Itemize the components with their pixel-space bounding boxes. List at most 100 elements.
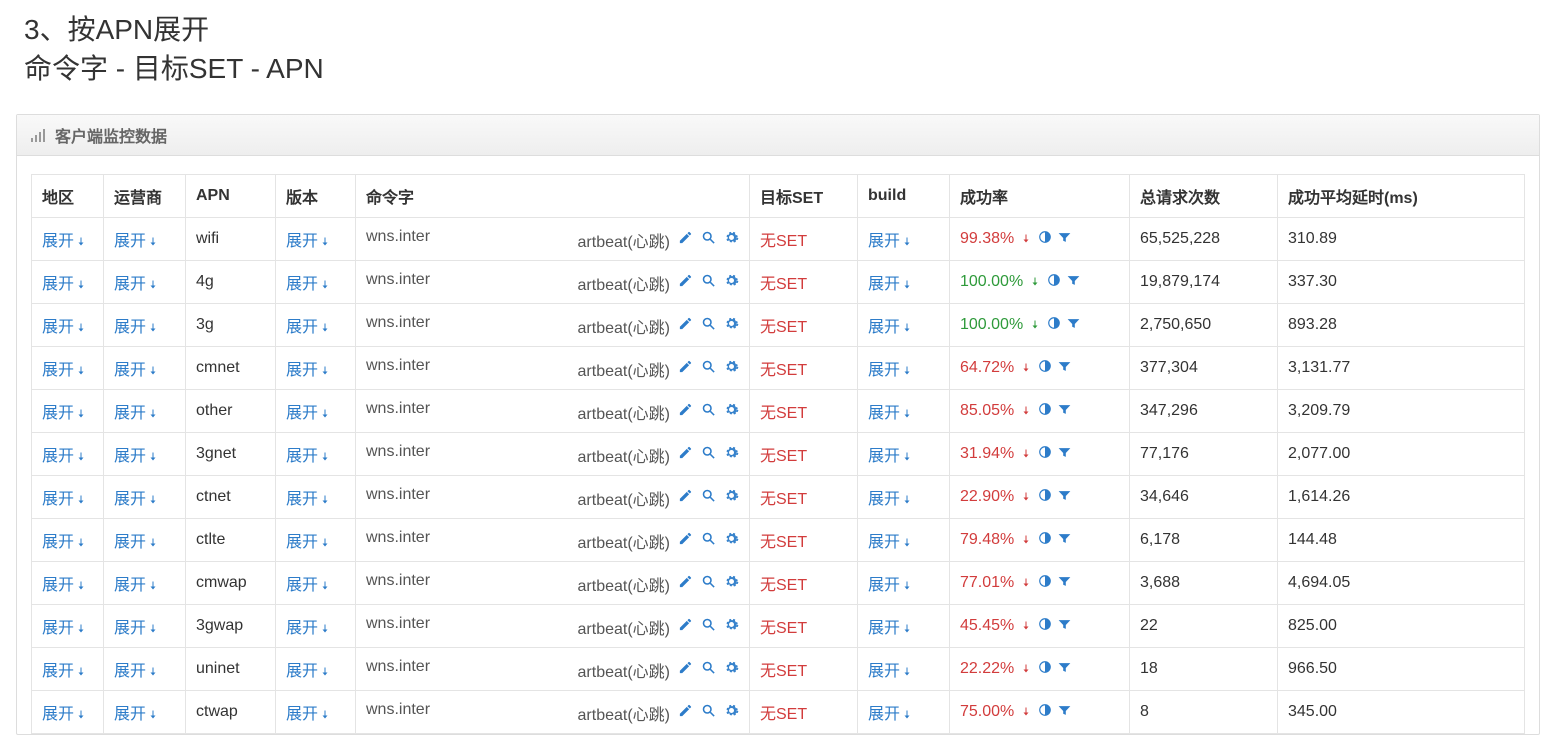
edit-icon[interactable] [678,316,693,336]
expand-build[interactable]: 展开 [868,405,913,422]
edit-icon[interactable] [678,230,693,250]
expand-region[interactable]: 展开 [42,319,87,336]
edit-icon[interactable] [678,402,693,422]
expand-version[interactable]: 展开 [286,233,331,250]
edit-icon[interactable] [678,273,693,293]
filter-icon[interactable] [1057,618,1073,635]
expand-version[interactable]: 展开 [286,663,331,680]
gear-icon[interactable] [724,531,739,551]
filter-icon[interactable] [1066,317,1082,334]
filter-icon[interactable] [1057,704,1073,721]
search-icon[interactable] [701,488,716,508]
expand-carrier[interactable]: 展开 [114,577,159,594]
expand-carrier[interactable]: 展开 [114,233,159,250]
expand-region[interactable]: 展开 [42,663,87,680]
edit-icon[interactable] [678,660,693,680]
expand-region[interactable]: 展开 [42,362,87,379]
search-icon[interactable] [701,445,716,465]
edit-icon[interactable] [678,488,693,508]
expand-carrier[interactable]: 展开 [114,276,159,293]
edit-icon[interactable] [678,531,693,551]
expand-build[interactable]: 展开 [868,362,913,379]
expand-build[interactable]: 展开 [868,319,913,336]
filter-icon[interactable] [1057,360,1073,377]
expand-region[interactable]: 展开 [42,577,87,594]
half-moon-icon[interactable] [1038,703,1052,721]
expand-version[interactable]: 展开 [286,577,331,594]
edit-icon[interactable] [678,574,693,594]
filter-icon[interactable] [1057,532,1073,549]
gear-icon[interactable] [724,617,739,637]
search-icon[interactable] [701,230,716,250]
edit-icon[interactable] [678,359,693,379]
expand-version[interactable]: 展开 [286,534,331,551]
expand-version[interactable]: 展开 [286,620,331,637]
expand-build[interactable]: 展开 [868,706,913,723]
expand-carrier[interactable]: 展开 [114,448,159,465]
filter-icon[interactable] [1066,274,1082,291]
expand-region[interactable]: 展开 [42,448,87,465]
expand-build[interactable]: 展开 [868,448,913,465]
half-moon-icon[interactable] [1038,531,1052,549]
expand-region[interactable]: 展开 [42,706,87,723]
filter-icon[interactable] [1057,575,1073,592]
expand-version[interactable]: 展开 [286,706,331,723]
expand-region[interactable]: 展开 [42,620,87,637]
expand-carrier[interactable]: 展开 [114,663,159,680]
gear-icon[interactable] [724,703,739,723]
expand-region[interactable]: 展开 [42,534,87,551]
half-moon-icon[interactable] [1038,617,1052,635]
search-icon[interactable] [701,273,716,293]
edit-icon[interactable] [678,703,693,723]
expand-version[interactable]: 展开 [286,491,331,508]
expand-carrier[interactable]: 展开 [114,319,159,336]
expand-build[interactable]: 展开 [868,577,913,594]
filter-icon[interactable] [1057,489,1073,506]
search-icon[interactable] [701,316,716,336]
expand-build[interactable]: 展开 [868,491,913,508]
half-moon-icon[interactable] [1047,273,1061,291]
expand-build[interactable]: 展开 [868,233,913,250]
expand-carrier[interactable]: 展开 [114,706,159,723]
gear-icon[interactable] [724,488,739,508]
expand-build[interactable]: 展开 [868,663,913,680]
expand-carrier[interactable]: 展开 [114,405,159,422]
half-moon-icon[interactable] [1038,488,1052,506]
gear-icon[interactable] [724,402,739,422]
gear-icon[interactable] [724,359,739,379]
filter-icon[interactable] [1057,661,1073,678]
expand-version[interactable]: 展开 [286,319,331,336]
search-icon[interactable] [701,660,716,680]
expand-carrier[interactable]: 展开 [114,491,159,508]
search-icon[interactable] [701,703,716,723]
half-moon-icon[interactable] [1038,445,1052,463]
half-moon-icon[interactable] [1038,402,1052,420]
search-icon[interactable] [701,531,716,551]
expand-version[interactable]: 展开 [286,276,331,293]
gear-icon[interactable] [724,445,739,465]
expand-region[interactable]: 展开 [42,491,87,508]
half-moon-icon[interactable] [1038,574,1052,592]
expand-version[interactable]: 展开 [286,405,331,422]
edit-icon[interactable] [678,445,693,465]
half-moon-icon[interactable] [1047,316,1061,334]
expand-region[interactable]: 展开 [42,405,87,422]
expand-build[interactable]: 展开 [868,534,913,551]
gear-icon[interactable] [724,660,739,680]
gear-icon[interactable] [724,316,739,336]
expand-build[interactable]: 展开 [868,620,913,637]
search-icon[interactable] [701,574,716,594]
expand-carrier[interactable]: 展开 [114,362,159,379]
gear-icon[interactable] [724,574,739,594]
edit-icon[interactable] [678,617,693,637]
gear-icon[interactable] [724,273,739,293]
half-moon-icon[interactable] [1038,660,1052,678]
expand-carrier[interactable]: 展开 [114,534,159,551]
expand-version[interactable]: 展开 [286,448,331,465]
search-icon[interactable] [701,359,716,379]
search-icon[interactable] [701,617,716,637]
expand-region[interactable]: 展开 [42,233,87,250]
expand-carrier[interactable]: 展开 [114,620,159,637]
expand-build[interactable]: 展开 [868,276,913,293]
expand-version[interactable]: 展开 [286,362,331,379]
